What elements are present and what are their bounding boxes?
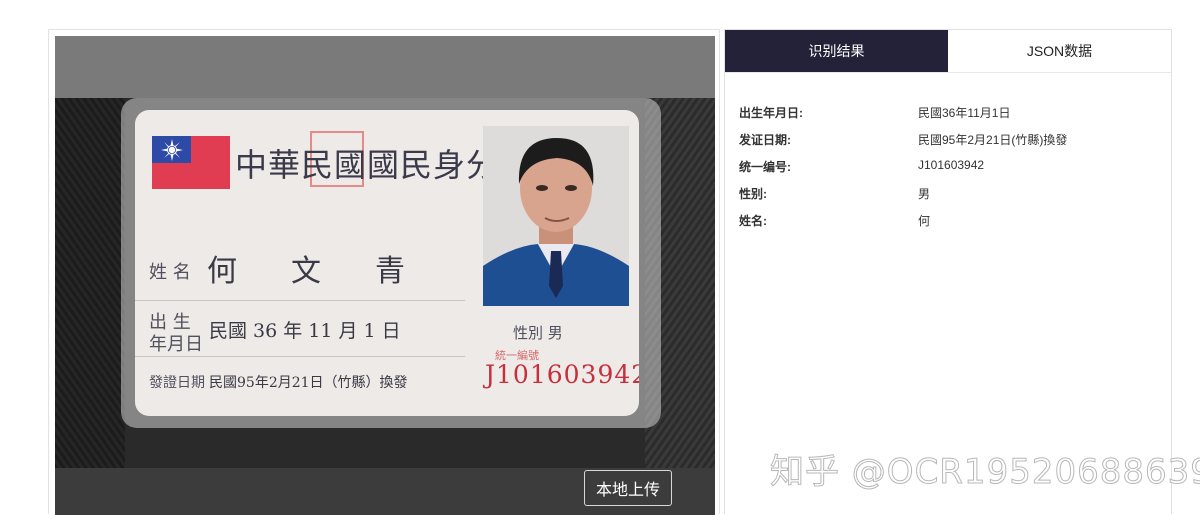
result-panel: 识别结果 JSON数据 出生年月日: 民國36年11月1日 发证日期: 民國95… <box>724 29 1172 514</box>
card-name-label: 姓 名 <box>149 262 191 283</box>
flag-icon <box>152 136 230 189</box>
result-row: 出生年月日: 民國36年11月1日 <box>739 104 1159 131</box>
result-value: 男 <box>918 187 931 201</box>
result-label: 性别: <box>739 187 767 201</box>
result-value: 民國36年11月1日 <box>918 106 1011 120</box>
result-value: 民國95年2月21日(竹縣)換發 <box>918 133 1068 147</box>
result-row: 发证日期: 民國95年2月21日(竹縣)換發 <box>739 131 1159 158</box>
result-value: J101603942 <box>918 158 985 172</box>
watermark: 知乎 @OCR19520688639 <box>770 452 1200 493</box>
result-row: 姓名: 何 <box>739 212 1159 239</box>
result-label: 统一编号: <box>739 160 791 174</box>
result-label: 发证日期: <box>739 133 791 147</box>
card-dob-label-2: 年月日 <box>149 334 203 355</box>
tab-json-data[interactable]: JSON数据 <box>948 30 1171 72</box>
card-id-number: J101603942 <box>485 360 639 389</box>
result-row: 统一编号: J101603942 <box>739 158 1159 185</box>
result-row: 性别: 男 <box>739 185 1159 212</box>
card-name-value: 何文青 <box>207 254 459 289</box>
result-label: 姓名: <box>739 214 767 228</box>
id-card-photo: 中華民國國民身分證 姓 名 何文青 出 生 年月日 民國 36 年 11 月 1… <box>55 98 715 468</box>
image-panel: 中華民國國民身分證 姓 名 何文青 出 生 年月日 民國 36 年 11 月 1… <box>48 29 720 515</box>
upload-button[interactable]: 本地上传 <box>584 470 672 506</box>
tab-recognition-result[interactable]: 识别结果 <box>725 30 948 72</box>
result-label: 出生年月日: <box>739 106 803 120</box>
card-dob-value: 民國 36 年 11 月 1 日 <box>209 320 401 342</box>
image-viewer: 中華民國國民身分證 姓 名 何文青 出 生 年月日 民國 36 年 11 月 1… <box>55 36 715 515</box>
result-value: 何 <box>918 214 931 228</box>
result-list: 出生年月日: 民國36年11月1日 发证日期: 民國95年2月21日(竹縣)換發… <box>739 104 1159 239</box>
portrait-photo <box>483 126 629 306</box>
card-issue-label: 發證日期 <box>149 375 205 391</box>
id-card: 中華民國國民身分證 姓 名 何文青 出 生 年月日 民國 36 年 11 月 1… <box>135 110 639 416</box>
card-gender: 性別 男 <box>513 324 563 342</box>
card-issue-value: 民國95年2月21日（竹縣）換發 <box>209 375 408 391</box>
result-tabs: 识别结果 JSON数据 <box>725 30 1171 73</box>
